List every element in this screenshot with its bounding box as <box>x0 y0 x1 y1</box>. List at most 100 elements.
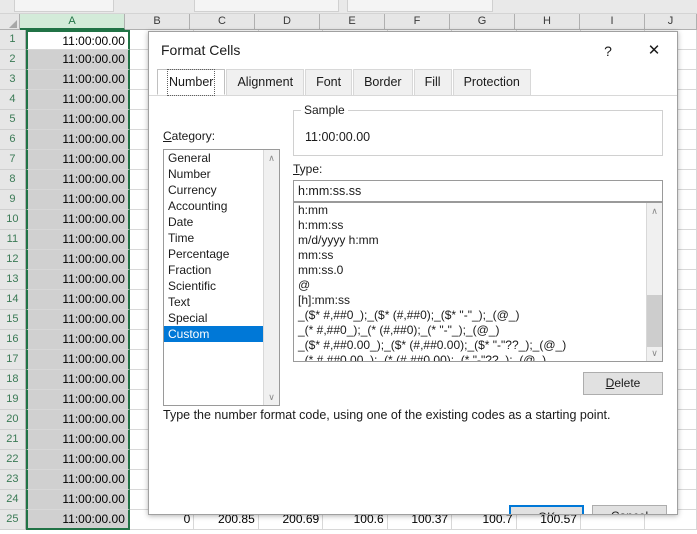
category-item-time[interactable]: Time <box>164 230 264 246</box>
cell-A23[interactable]: 11:00:00.00 <box>25 470 130 490</box>
row-header-23[interactable]: 23 <box>0 470 26 490</box>
cell-A13[interactable]: 11:00:00.00 <box>25 270 130 290</box>
category-item-text[interactable]: Text <box>164 294 264 310</box>
format-cells-dialog[interactable]: Format Cells ? ✕ Number Alignment Font Bord… <box>148 31 678 515</box>
category-item-custom[interactable]: Custom <box>164 326 264 342</box>
cell-A20[interactable]: 11:00:00.00 <box>25 410 130 430</box>
category-scroll-thumb[interactable] <box>264 166 279 389</box>
type-item-9[interactable]: _($* #,##0.00_);_($* (#,##0.00);_($* "-"… <box>294 338 646 353</box>
column-header-b[interactable]: B <box>125 14 190 30</box>
type-scroll-down-icon[interactable]: ∨ <box>647 345 662 361</box>
category-item-currency[interactable]: Currency <box>164 182 264 198</box>
tab-alignment[interactable]: Alignment <box>226 69 305 95</box>
close-icon[interactable]: ✕ <box>639 40 669 62</box>
type-item-1[interactable]: h:mm:ss <box>294 218 646 233</box>
row-header-6[interactable]: 6 <box>0 130 26 150</box>
tab-font[interactable]: Font <box>305 69 353 95</box>
row-header-8[interactable]: 8 <box>0 170 26 190</box>
cell-A4[interactable]: 11:00:00.00 <box>25 90 130 110</box>
column-header-g[interactable]: G <box>450 14 515 30</box>
dialog-tabstrip[interactable]: Number Alignment Font Border Fill Protection <box>149 69 677 96</box>
cell-A16[interactable]: 11:00:00.00 <box>25 330 130 350</box>
cell-A25[interactable]: 11:00:00.00 <box>25 510 130 530</box>
cell-A11[interactable]: 11:00:00.00 <box>25 230 130 250</box>
cell-A14[interactable]: 11:00:00.00 <box>25 290 130 310</box>
row-header-21[interactable]: 21 <box>0 430 26 450</box>
cell-A22[interactable]: 11:00:00.00 <box>25 450 130 470</box>
cell-A18[interactable]: 11:00:00.00 <box>25 370 130 390</box>
row-header-17[interactable]: 17 <box>0 350 26 370</box>
cancel-button[interactable]: Cancel <box>592 505 667 514</box>
row-header-15[interactable]: 15 <box>0 310 26 330</box>
type-item-5[interactable]: @ <box>294 278 646 293</box>
type-scroll-up-icon[interactable]: ∧ <box>647 203 662 219</box>
tab-number[interactable]: Number <box>157 69 226 96</box>
row-header-3[interactable]: 3 <box>0 70 26 90</box>
delete-button[interactable]: Delete <box>583 372 663 395</box>
type-input[interactable]: h:mm:ss.ss <box>293 180 663 202</box>
type-listbox[interactable]: h:mm h:mm:ss m/d/yyyy h:mm mm:ss mm:ss.0 @ [h]… <box>293 202 663 362</box>
cell-A10[interactable]: 11:00:00.00 <box>25 210 130 230</box>
column-header-h[interactable]: H <box>515 14 580 30</box>
column-header-f[interactable]: F <box>385 14 450 30</box>
row-header-19[interactable]: 19 <box>0 390 26 410</box>
column-header-i[interactable]: I <box>580 14 645 30</box>
cell-A12[interactable]: 11:00:00.00 <box>25 250 130 270</box>
column-header-c[interactable]: C <box>190 14 255 30</box>
cell-A21[interactable]: 11:00:00.00 <box>25 430 130 450</box>
category-item-accounting[interactable]: Accounting <box>164 198 264 214</box>
tab-protection[interactable]: Protection <box>452 69 531 95</box>
category-list-items[interactable]: General Number Currency Accounting Date Time P… <box>164 150 264 342</box>
column-header-j[interactable]: J <box>645 14 697 30</box>
cell-A1[interactable]: 11:00:00.00 <box>25 30 130 50</box>
type-item-3[interactable]: mm:ss <box>294 248 646 263</box>
category-item-date[interactable]: Date <box>164 214 264 230</box>
row-header-14[interactable]: 14 <box>0 290 26 310</box>
tab-border[interactable]: Border <box>353 69 413 95</box>
type-item-2[interactable]: m/d/yyyy h:mm <box>294 233 646 248</box>
type-item-6[interactable]: [h]:mm:ss <box>294 293 646 308</box>
category-item-fraction[interactable]: Fraction <box>164 262 264 278</box>
row-header-24[interactable]: 24 <box>0 490 26 510</box>
category-scrollbar[interactable]: ∧ ∨ <box>263 150 279 405</box>
type-item-0[interactable]: h:mm <box>294 203 646 218</box>
category-item-percentage[interactable]: Percentage <box>164 246 264 262</box>
select-all-corner[interactable] <box>0 14 20 30</box>
row-header-9[interactable]: 9 <box>0 190 26 210</box>
row-header-1[interactable]: 1 <box>0 30 26 50</box>
row-header-4[interactable]: 4 <box>0 90 26 110</box>
row-header-2[interactable]: 2 <box>0 50 26 70</box>
category-scroll-down-icon[interactable]: ∨ <box>264 389 279 405</box>
row-header-22[interactable]: 22 <box>0 450 26 470</box>
row-header-11[interactable]: 11 <box>0 230 26 250</box>
cell-A3[interactable]: 11:00:00.00 <box>25 70 130 90</box>
row-header-25[interactable]: 25 <box>0 510 26 530</box>
category-item-scientific[interactable]: Scientific <box>164 278 264 294</box>
category-item-special[interactable]: Special <box>164 310 264 326</box>
row-header-12[interactable]: 12 <box>0 250 26 270</box>
tab-fill[interactable]: Fill <box>413 69 452 95</box>
type-list-items[interactable]: h:mm h:mm:ss m/d/yyyy h:mm mm:ss mm:ss.0 @ [h]… <box>294 203 646 361</box>
category-listbox[interactable]: General Number Currency Accounting Date Time P… <box>163 149 280 406</box>
category-item-number[interactable]: Number <box>164 166 264 182</box>
cell-A6[interactable]: 11:00:00.00 <box>25 130 130 150</box>
type-item-10[interactable]: _(* #,##0.00_);_(* (#,##0.00);_(* "-"??_… <box>294 353 646 361</box>
cell-A2[interactable]: 11:00:00.00 <box>25 50 130 70</box>
column-header-e[interactable]: E <box>320 14 385 30</box>
column-header-a[interactable]: A <box>20 14 125 30</box>
cell-A15[interactable]: 11:00:00.00 <box>25 310 130 330</box>
row-header-18[interactable]: 18 <box>0 370 26 390</box>
row-header-10[interactable]: 10 <box>0 210 26 230</box>
type-scroll-thumb[interactable] <box>647 295 662 347</box>
cell-A5[interactable]: 11:00:00.00 <box>25 110 130 130</box>
row-header-13[interactable]: 13 <box>0 270 26 290</box>
row-header-7[interactable]: 7 <box>0 150 26 170</box>
help-icon[interactable]: ? <box>595 40 621 62</box>
row-header-20[interactable]: 20 <box>0 410 26 430</box>
cell-A7[interactable]: 11:00:00.00 <box>25 150 130 170</box>
category-item-general[interactable]: General <box>164 150 264 166</box>
ok-button[interactable]: OK <box>509 505 584 514</box>
cell-A9[interactable]: 11:00:00.00 <box>25 190 130 210</box>
dialog-titlebar[interactable]: Format Cells ? ✕ <box>149 32 677 69</box>
column-header-d[interactable]: D <box>255 14 320 30</box>
